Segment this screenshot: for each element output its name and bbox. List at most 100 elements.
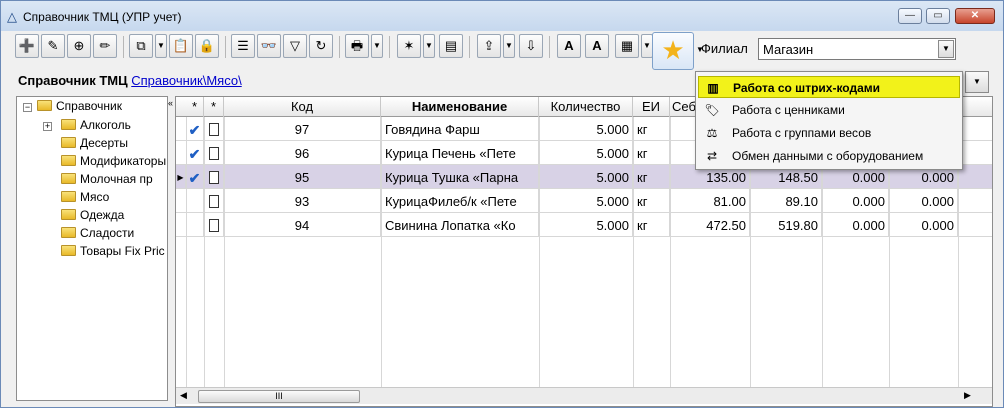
font-a-icon[interactable]: A — [557, 34, 581, 58]
minimize-button[interactable]: — — [898, 8, 922, 24]
printer-icon[interactable]: 🖶 — [345, 34, 369, 58]
tree-item[interactable]: Алкоголь — [61, 118, 131, 136]
refresh-icon[interactable]: ↻ — [309, 34, 333, 58]
filter-icon[interactable]: ▽ — [283, 34, 307, 58]
add-icon[interactable]: ➕ — [15, 34, 39, 58]
cell-qty[interactable]: 5.000 — [539, 141, 633, 165]
print-dropdown-button[interactable]: ▼ — [371, 34, 383, 58]
close-button[interactable]: ✕ — [955, 8, 995, 24]
column-header-check[interactable]: * — [186, 97, 204, 117]
column-header-code[interactable]: Код — [224, 97, 381, 117]
maximize-button[interactable]: ▭ — [926, 8, 950, 24]
cell-code[interactable]: 93 — [224, 189, 381, 213]
table-row[interactable]: 94 Свинина Лопатка «Ко 5.000 кг 472.50 519.80… — [176, 213, 992, 237]
scroll-left-icon[interactable]: ◀ — [180, 390, 187, 401]
cell-c4[interactable]: 0.000 — [889, 213, 958, 237]
breadcrumb-path-link[interactable]: Справочник\Мясо\ — [131, 73, 241, 88]
row-checkbox[interactable] — [186, 213, 204, 237]
tree-item[interactable]: Сладости — [61, 226, 134, 244]
scroll-thumb[interactable]: III — [198, 390, 360, 403]
cell-c2[interactable]: 519.80 — [750, 213, 822, 237]
column-header-name[interactable]: Наименование — [381, 97, 539, 117]
cell-name[interactable]: Курица Печень «Пете — [381, 141, 539, 165]
cell-code[interactable]: 96 — [224, 141, 381, 165]
cell-name[interactable]: Курица Тушка «Парна — [381, 165, 539, 189]
row-checkbox[interactable]: ✔ — [186, 117, 204, 141]
folder-icon — [61, 227, 76, 238]
cell-code[interactable]: 97 — [224, 117, 381, 141]
cell-c1[interactable]: 472.50 — [670, 213, 750, 237]
binoculars-icon[interactable]: 👓 — [257, 34, 281, 58]
tree-item-selected[interactable]: Мясо — [61, 190, 109, 208]
cell-code[interactable]: 94 — [224, 213, 381, 237]
column-header-unit[interactable]: ЕИ — [633, 97, 670, 117]
panel-splitter[interactable]: « — [168, 96, 175, 401]
tree-item[interactable]: Десерты — [61, 136, 128, 154]
import-icon[interactable]: ⇩ — [519, 34, 543, 58]
cell-c2[interactable]: 89.10 — [750, 189, 822, 213]
add-child-icon[interactable]: ⊕ — [67, 34, 91, 58]
tree-item[interactable]: Одежда — [61, 208, 124, 226]
menu-item-equipment-exchange[interactable]: ⇄ Обмен данными с оборудованием — [698, 145, 960, 167]
table-row[interactable]: 93 КурицаФилеб/к «Пете 5.000 кг 81.00 89.10 0.… — [176, 189, 992, 213]
cell-unit[interactable]: кг — [633, 189, 670, 213]
cell-c1[interactable]: 81.00 — [670, 189, 750, 213]
pencil-icon[interactable]: ✏ — [93, 34, 117, 58]
row-document-cell — [204, 213, 224, 237]
cell-code[interactable]: 95 — [224, 165, 381, 189]
column-header-quantity[interactable]: Количество — [539, 97, 633, 117]
font-a-outline-icon[interactable]: A — [585, 34, 609, 58]
column-header-doc[interactable]: * — [204, 97, 224, 117]
cell-name[interactable]: КурицаФилеб/к «Пете — [381, 189, 539, 213]
copy-dropdown-button[interactable]: ▼ — [155, 34, 167, 58]
secondary-dropdown-button[interactable]: ▼ — [965, 71, 989, 93]
cell-c3[interactable]: 0.000 — [822, 213, 889, 237]
tree-item[interactable]: Модификаторы — [61, 154, 166, 172]
category-tree: − Справочник + Алкоголь Десерты Модифика… — [16, 96, 168, 401]
wand-icon[interactable]: ✶ — [397, 34, 421, 58]
menu-item-barcodes[interactable]: ▥ Работа со штрих-кодами — [698, 76, 960, 98]
cell-unit[interactable]: кг — [633, 141, 670, 165]
cell-unit[interactable]: кг — [633, 165, 670, 189]
edit-icon[interactable]: ✎ — [41, 34, 65, 58]
cell-unit[interactable]: кг — [633, 117, 670, 141]
filial-select[interactable]: Магазин ▼ — [758, 38, 956, 60]
copy-icon[interactable]: ⧉ — [129, 34, 153, 58]
tree-item-root[interactable]: Справочник — [37, 99, 122, 117]
report-icon[interactable]: ▤ — [439, 34, 463, 58]
lock-icon[interactable]: 🔒 — [195, 34, 219, 58]
folder-icon — [61, 137, 76, 148]
cell-unit[interactable]: кг — [633, 213, 670, 237]
tree-item-label: Молочная пр — [80, 172, 153, 186]
wand-dropdown-button[interactable]: ▼ — [423, 34, 435, 58]
cell-qty[interactable]: 5.000 — [539, 165, 633, 189]
row-checkbox[interactable]: ✔ — [186, 141, 204, 165]
chevron-down-icon[interactable]: ▼ — [938, 40, 954, 58]
export-dropdown-button[interactable]: ▼ — [503, 34, 515, 58]
form-icon[interactable]: ▦ — [615, 34, 639, 58]
tree-item[interactable]: Молочная пр — [61, 172, 153, 190]
menu-item-scale-groups[interactable]: ⚖ Работа с группами весов — [698, 122, 960, 144]
paste-icon[interactable]: 📋 — [169, 34, 193, 58]
tree-expand-toggle[interactable]: + — [43, 122, 52, 131]
row-checkbox[interactable]: ✔ — [186, 165, 204, 189]
cell-c3[interactable]: 0.000 — [822, 189, 889, 213]
cell-qty[interactable]: 5.000 — [539, 213, 633, 237]
tree-item-label: Одежда — [80, 208, 125, 222]
horizontal-scrollbar[interactable]: ◀ III ▶ — [176, 387, 992, 404]
equipment-exchange-icon: ⇄ — [706, 149, 718, 163]
tree-collapse-toggle[interactable]: − — [23, 103, 32, 112]
collapse-arrows-icon[interactable]: « — [168, 98, 173, 108]
row-checkbox[interactable] — [186, 189, 204, 213]
cell-name[interactable]: Свинина Лопатка «Ко — [381, 213, 539, 237]
cell-qty[interactable]: 5.000 — [539, 117, 633, 141]
scroll-right-icon[interactable]: ▶ — [964, 390, 971, 401]
star-icon[interactable]: ★ — [652, 32, 694, 70]
menu-item-price-tags[interactable]: 🏷 Работа с ценниками — [698, 99, 960, 121]
tree-item[interactable]: Товары Fix Pric — [61, 244, 165, 262]
cell-qty[interactable]: 5.000 — [539, 189, 633, 213]
cell-c4[interactable]: 0.000 — [889, 189, 958, 213]
export-icon[interactable]: ⇪ — [477, 34, 501, 58]
cell-name[interactable]: Говядина Фарш — [381, 117, 539, 141]
list-icon[interactable]: ☰ — [231, 34, 255, 58]
